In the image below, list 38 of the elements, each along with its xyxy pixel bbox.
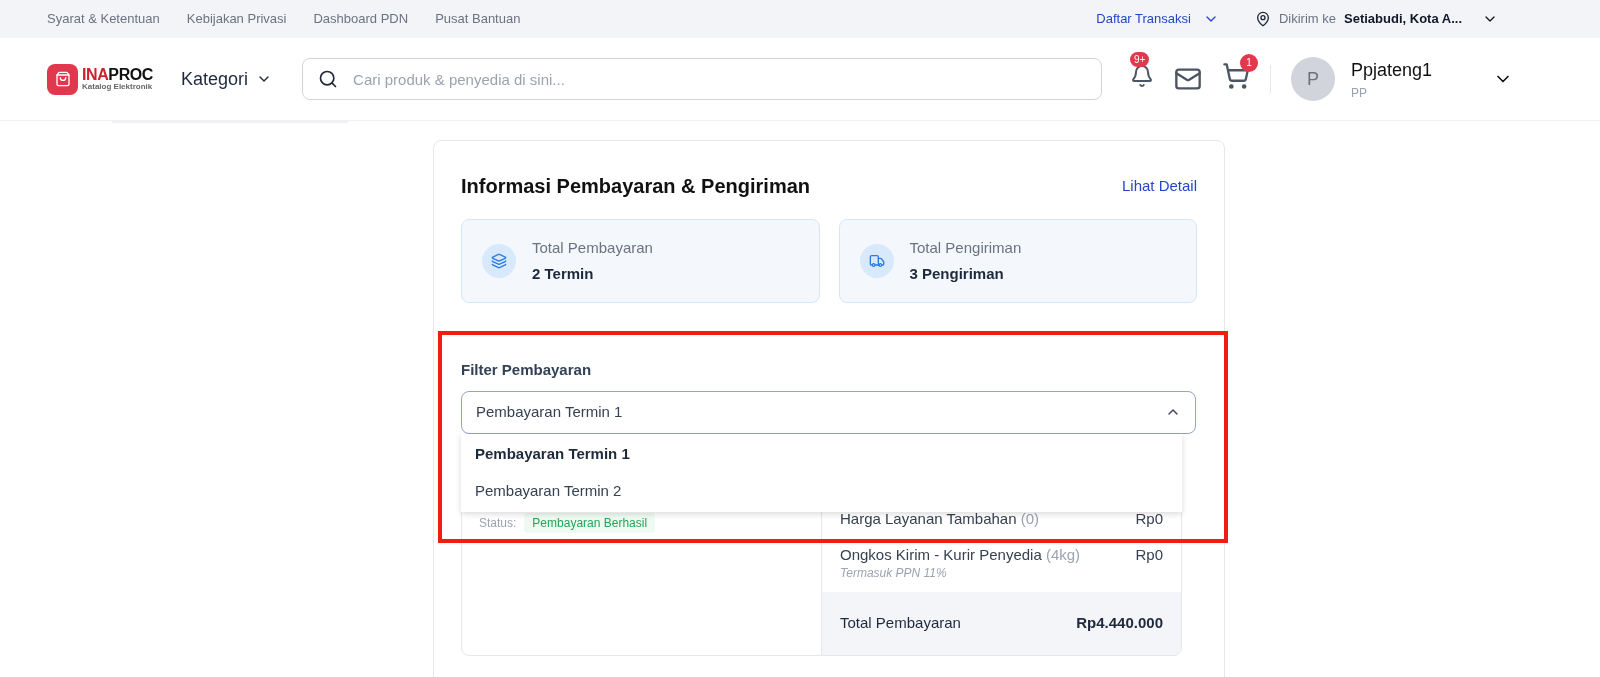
location-pin-icon [1254, 11, 1271, 27]
delivery-location[interactable]: Setiabudi, Kota A... [1344, 9, 1498, 29]
top-link[interactable]: Kebijakan Privasi [186, 9, 287, 29]
cost-amount: Rp0 [1135, 545, 1163, 565]
top-link[interactable]: Pusat Bantuan [435, 9, 521, 29]
detail-link[interactable]: Lihat Detail [1121, 174, 1197, 198]
cost-label: Ongkos Kirim - Kurir Penyedia (4kg) [840, 545, 1081, 564]
status-badge: Pembayaran Berhasil [524, 512, 656, 533]
notification-badge: 9+ [1130, 51, 1150, 67]
user-role: PP [1351, 84, 1369, 102]
card-title: Informasi Pembayaran & Pengiriman [461, 174, 810, 199]
status-label: Status: [479, 514, 517, 532]
summary-label: Total Pembayaran [532, 237, 653, 258]
cost-label: Harga Layanan Tambahan (0) [840, 509, 1040, 528]
filter-label: Filter Pembayaran [461, 360, 593, 380]
category-menu[interactable]: Kategori [181, 65, 273, 93]
top-link[interactable]: Syarat & Ketentuan [47, 9, 160, 29]
search-icon [318, 69, 339, 89]
tax-note: Termasuk PPN 11% [840, 564, 948, 582]
search-field[interactable]: Cari produk & penyedia di sini... [302, 58, 1103, 100]
summary-value: 2 Termin [532, 264, 595, 284]
cart-badge: 1 [1240, 53, 1259, 72]
summary-value: 3 Pengiriman [909, 264, 1005, 284]
delivery-label: Dikirim ke [1278, 10, 1336, 29]
total-label: Total Pembayaran [840, 612, 961, 633]
cost-amount: Rp0 [1135, 509, 1163, 528]
dropdown-option[interactable]: Pembayaran Termin 2 [461, 472, 1182, 510]
summary-label: Total Pengiriman [909, 237, 1022, 258]
inaproc-logo[interactable]: INAPROC Katalog Elektronik [47, 63, 153, 95]
truck-icon [868, 253, 885, 269]
total-amount: Rp4.440.000 [1076, 612, 1163, 633]
notification-button[interactable] [1130, 63, 1155, 88]
layers-icon [491, 253, 507, 269]
payment-filter-select[interactable]: Pembayaran Termin 1 [461, 390, 1196, 434]
dropdown-option[interactable]: Pembayaran Termin 1 [461, 435, 1182, 473]
transactions-menu[interactable]: Daftar Transaksi [1096, 9, 1219, 29]
top-link[interactable]: Dashboard PDN [313, 9, 409, 29]
user-name: Ppjateng1 [1351, 58, 1433, 82]
